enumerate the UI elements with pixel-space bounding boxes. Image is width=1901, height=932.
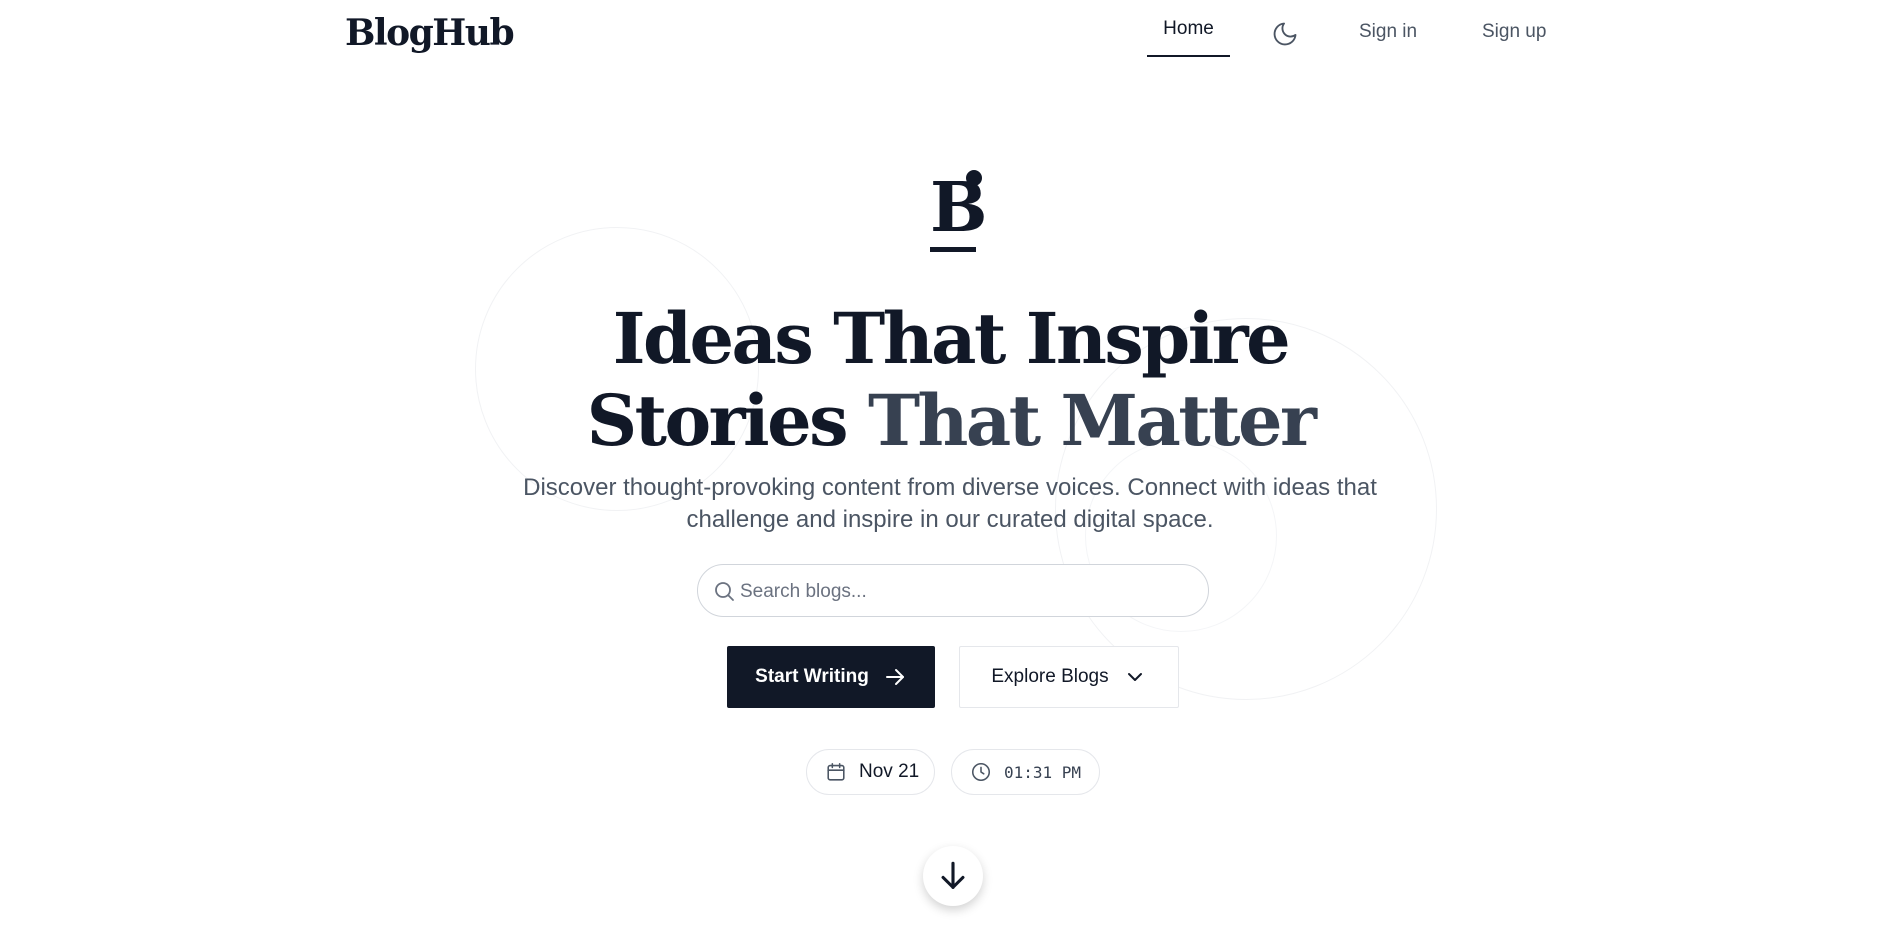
search-input[interactable] <box>738 565 1192 618</box>
explore-blogs-label: Explore Blogs <box>991 666 1109 687</box>
nav-signup-link[interactable]: Sign up <box>1482 21 1546 43</box>
theme-toggle-button[interactable] <box>1271 20 1299 48</box>
calendar-icon <box>827 762 845 781</box>
start-writing-label: Start Writing <box>755 666 869 687</box>
hero-title-line-2-accent: That Matter <box>867 379 1317 462</box>
search-box <box>697 564 1209 618</box>
chevron-down-icon <box>1127 673 1142 681</box>
clock-icon <box>971 762 991 782</box>
start-writing-button[interactable]: Start Writing <box>727 646 935 708</box>
nav-signin-link[interactable]: Sign in <box>1359 21 1417 43</box>
time-badge: 01:31 PM <box>951 749 1100 795</box>
arrow-down-icon <box>941 861 965 889</box>
hero-subtitle: Discover thought-provoking content from … <box>523 474 1377 533</box>
nav-home-link[interactable]: Home <box>1147 0 1230 57</box>
search-icon <box>715 582 734 601</box>
page: BlogHub Home Sign in Sign up B Ideas Tha… <box>0 0 1901 932</box>
scroll-down-button[interactable] <box>923 846 983 906</box>
hero-title: Ideas That Inspire Stories That Matter <box>0 298 1901 462</box>
hero-title-line-2: Stories That Matter <box>0 380 1901 462</box>
hero-logo-dot <box>966 170 982 186</box>
arrow-right-icon <box>885 669 904 685</box>
hero-title-line-2-start: Stories <box>586 379 868 462</box>
brand-logo[interactable]: BlogHub <box>345 12 515 54</box>
hero-title-line-1: Ideas That Inspire <box>612 297 1291 380</box>
time-text: 01:31 PM <box>1004 762 1082 782</box>
date-text: Nov 21 <box>859 761 920 782</box>
hero-logo-underline <box>930 247 976 252</box>
hero-logo-mark: B <box>930 170 987 256</box>
explore-blogs-button[interactable]: Explore Blogs <box>959 646 1179 708</box>
moon-icon <box>1273 22 1297 46</box>
navbar: BlogHub Home Sign in Sign up <box>0 0 1901 70</box>
date-badge: Nov 21 <box>806 749 935 795</box>
